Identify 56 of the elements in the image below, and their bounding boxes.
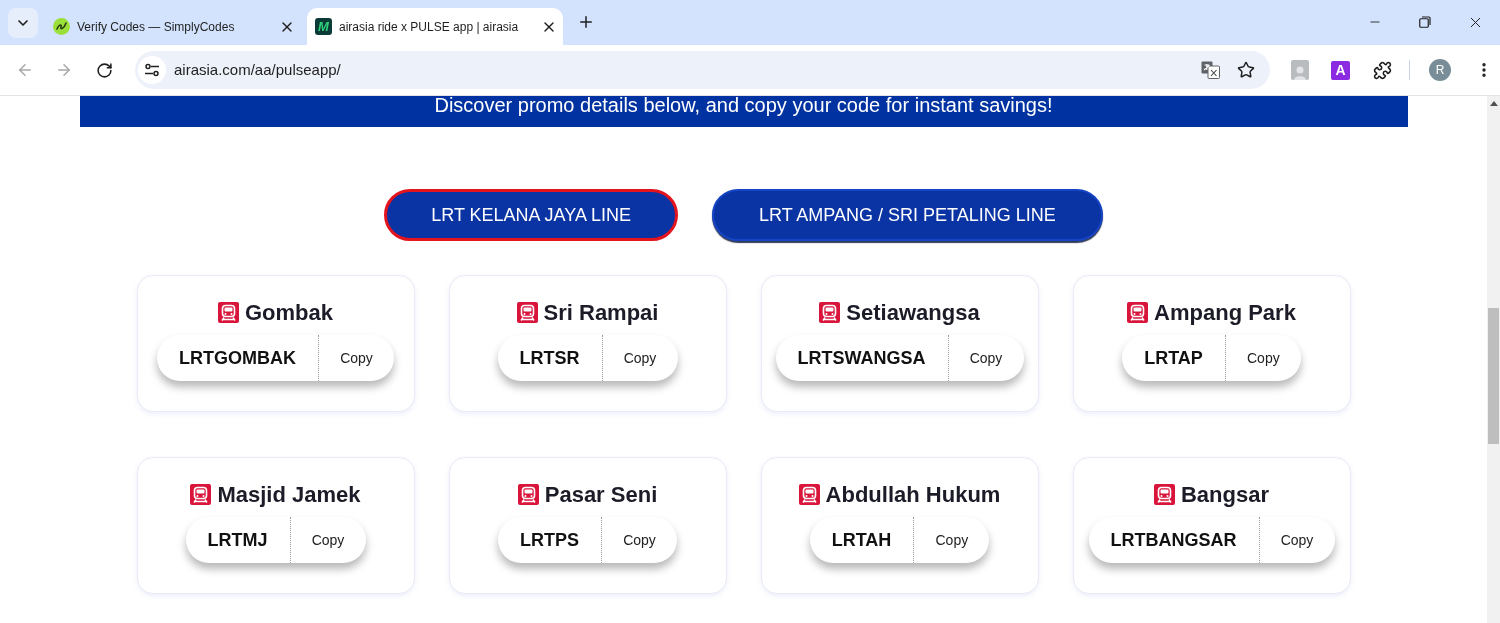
forward-icon [55,61,73,79]
url-text: airasia.com/aa/pulseapp/ [174,59,341,80]
station-name: Gombak [245,298,333,327]
promo-code: LRTBANGSAR [1109,528,1238,552]
scrollbar-thumb[interactable] [1488,308,1499,444]
train-icon [218,301,239,323]
extension-letter-icon[interactable]: A [1331,60,1350,80]
restore-icon [1419,16,1431,28]
train-icon [819,301,841,323]
line-tab[interactable]: LRT AMPANG / SRI PETALING LINE [712,189,1103,241]
plus-icon [577,13,595,31]
copy-button[interactable]: Copy [1258,517,1335,563]
puzzle-icon[interactable] [1372,60,1392,80]
station-name: Abdullah Hukum [825,480,1001,509]
copy-button[interactable]: Copy [601,517,677,563]
banner-text: Discover promo details below, and copy your code for instant savings! [434,94,1053,116]
back-icon [16,61,34,79]
train-icon [190,483,212,505]
copy-button[interactable]: Copy [601,335,678,381]
promo-code: LRTMJ [206,528,269,552]
train-icon [1153,483,1175,505]
tab-title: airasia ride x PULSE app | airasia [339,18,520,36]
copy-button[interactable]: Copy [289,517,366,563]
station-name: Setiawangsa [846,298,980,327]
promo-code: LRTSWANGSA [796,346,927,370]
tab-search-button[interactable] [8,8,38,38]
site-favicon-icon [53,18,70,35]
promo-code: LRTAP [1143,346,1204,370]
copy-button[interactable]: Copy [913,517,990,563]
site-favicon-icon: M [315,18,332,35]
person-tile-icon[interactable] [1291,60,1309,80]
promo-code: LRTAH [830,528,893,552]
address-bar[interactable]: airasia.com/aa/pulseapp/ [135,51,1270,89]
browser-tab[interactable]: Verify Codes — SimplyCodes [45,8,301,45]
copy-button[interactable]: Copy [947,335,1024,381]
train-icon [1127,301,1149,323]
promo-code: LRTPS [519,528,580,552]
train-icon [516,301,538,323]
sliders-icon[interactable] [138,56,166,84]
scroll-up-arrow-icon[interactable] [1489,101,1498,106]
train-icon [798,483,820,505]
scrollbar[interactable] [1487,96,1500,623]
station-name: Masjid Jamek [217,480,361,509]
reload-icon [95,61,113,79]
station-name: Pasar Seni [544,480,658,509]
tab-title: Verify Codes — SimplyCodes [77,18,236,36]
promo-code: LRTSR [518,346,581,370]
station-name: Sri Rampai [543,298,659,327]
promo-code: LRTGOMBAK [178,346,297,370]
station-name: Bangsar [1180,480,1269,509]
line-tab[interactable]: LRT KELANA JAYA LINE [384,189,678,241]
copy-button[interactable]: Copy [318,335,394,381]
copy-button[interactable]: Copy [1224,335,1301,381]
train-icon [517,483,539,505]
station-name: Ampang Park [1154,298,1296,327]
browser-tab[interactable]: M airasia ride x PULSE app | airasia [307,8,563,45]
